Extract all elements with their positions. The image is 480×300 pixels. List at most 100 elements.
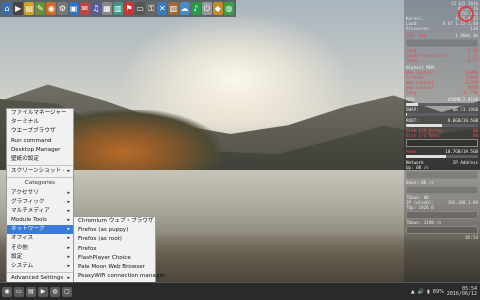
row-label: conky — [406, 58, 419, 63]
app-icon[interactable]: ◆ — [212, 2, 223, 15]
main-menu-item[interactable]: アクセサリ — [7, 189, 73, 198]
network-menu-item[interactable]: Firefox (as puppy) — [74, 226, 155, 235]
disk-io-graph — [406, 139, 478, 147]
conky-time: 05:54 — [465, 235, 478, 240]
ip-address-label: IP Address — [452, 160, 478, 165]
row-value: 0B — [472, 133, 478, 138]
download-speed: Down: 0B /s — [406, 180, 434, 185]
io-row: Disk I/O Read: 0B — [406, 133, 478, 138]
main-menu-item[interactable]: その他 — [7, 244, 73, 253]
network-menu-item[interactable]: Firefox — [74, 245, 155, 254]
battery-percent: 89% — [432, 288, 444, 295]
chat-icon[interactable]: ✉ — [79, 2, 90, 15]
net-graph-2 — [406, 226, 478, 234]
window-icon[interactable]: ▢ — [62, 286, 72, 297]
lock-icon[interactable]: ⚿ — [146, 2, 157, 15]
row-label: Xorg — [406, 90, 417, 95]
download-graph — [406, 186, 478, 194]
start-icon[interactable]: ◉ — [2, 286, 12, 297]
main-menu-item[interactable]: マルチメディア — [7, 207, 73, 216]
network-menu-item[interactable]: PeasyWiFi connection manager — [74, 272, 165, 281]
net-graph — [406, 211, 478, 219]
main-menu-item[interactable]: 壁紙の設定 — [7, 155, 73, 164]
folder-icon[interactable]: ▤ — [24, 2, 35, 15]
row-label: Disk I/O Read: — [406, 133, 442, 138]
main-menu-item[interactable]: グラフィック — [7, 198, 73, 207]
network-menu-item[interactable]: Firefox (as root) — [74, 235, 155, 244]
monitor-icon[interactable]: ▭ — [135, 2, 146, 15]
ram-label: MEM: — [406, 97, 417, 102]
taskbar: ◉ ▭ ▤ ▶ ◍ ▢ ▲ 🔊 ▮ 89% 05:54 2016/06/12 — [0, 282, 480, 300]
main-menu-item[interactable]: ネットワーク — [7, 225, 73, 235]
cpu-graph — [406, 39, 478, 47]
clock[interactable]: 05:54 2016/06/12 — [447, 286, 477, 297]
home-label: Home: — [406, 149, 419, 154]
ubuntu-logo-icon — [458, 6, 474, 22]
topmem-row: Xorg 44.7MB — [406, 90, 478, 95]
main-menu-item[interactable]: スクリーンショット · — [7, 167, 73, 176]
network-menu-item[interactable]: Pale Moon Web Browser — [74, 263, 155, 272]
home-row: Home: 10.7GB/19.5GB — [406, 149, 478, 154]
home-icon[interactable]: ⌂ — [2, 2, 13, 15]
editor-icon[interactable]: ✎ — [35, 2, 46, 15]
browser-icon[interactable]: ◉ — [46, 2, 57, 15]
power-icon[interactable]: ⏻ — [201, 2, 212, 15]
main-menu-item[interactable]: 設定 — [7, 253, 73, 262]
network-menu-item[interactable]: FlashPlayer Choice — [74, 254, 155, 263]
main-menu-item[interactable]: ターミナル — [7, 118, 73, 127]
ram-value: 456MB/2.81GB — [447, 97, 478, 102]
desktop-icon[interactable]: ▭ — [14, 286, 24, 297]
music-icon[interactable]: ♪ — [190, 2, 201, 15]
home-bar-fill — [406, 155, 446, 158]
upload-graph — [406, 171, 478, 179]
terminal-icon[interactable]: ▶ — [38, 286, 48, 297]
home-value: 10.7GB/19.5GB — [445, 149, 478, 154]
calendar-icon[interactable]: ▦ — [101, 2, 112, 15]
gear-icon[interactable]: ⚙ — [57, 2, 68, 15]
conky-monitor: 12 6月 2016 05:54:26 255.4Kb Kernel: 4.15.0-2… — [404, 0, 480, 282]
cpu-label: CPU: 24% — [406, 33, 427, 38]
files-icon[interactable]: ▤ — [26, 286, 36, 297]
cpu-row: CPU: 24% 1.4GHz 3% — [406, 33, 478, 38]
main-menu: ファイルマネージャー ターミナル ウエーブブラウザ Run command Deskto… — [6, 108, 74, 296]
home-bar — [406, 155, 478, 158]
main-menu-item[interactable]: Run command — [7, 137, 73, 146]
battery-icon[interactable]: ▮ — [427, 289, 430, 295]
row-value: 44.7MB — [462, 90, 478, 95]
main-menu-item[interactable]: システム — [7, 262, 73, 271]
total-down-rate: TDown: 3198 /s — [406, 220, 442, 225]
volume-icon[interactable]: 🔊 — [418, 289, 424, 295]
package-icon[interactable]: ▣ — [68, 2, 79, 15]
main-menu-item[interactable]: Module Tools — [7, 216, 73, 225]
bottom-time-row: 05:54 — [406, 235, 478, 240]
main-menu-item[interactable]: Desktop Manager — [7, 146, 73, 155]
ram-bar — [406, 103, 478, 106]
up-row: Up: 0B /s — [406, 165, 478, 170]
chart-icon[interactable]: ▥ — [112, 2, 124, 15]
terminal-icon[interactable]: ▶ — [13, 2, 24, 15]
globe-icon[interactable]: ◍ — [223, 2, 234, 15]
cloud-icon[interactable]: ☁ — [179, 2, 190, 15]
tdown2-row: TDown: 3198 /s — [406, 220, 478, 225]
system-tray: ▲ 🔊 ▮ 89% 05:54 2016/06/12 — [411, 286, 480, 297]
root-label: ROOT: — [406, 118, 419, 123]
browser-icon[interactable]: ◍ — [50, 286, 60, 297]
cpu-freq: 1.4GHz 3% — [455, 33, 478, 38]
menu-separator — [7, 272, 73, 274]
main-menu-item[interactable]: ファイルマネージャー — [7, 109, 73, 118]
swap-bar-fill — [406, 113, 408, 116]
root-value: 9.8GB/19.5GB — [447, 118, 478, 123]
down-row: Down: 0B /s — [406, 180, 478, 185]
network-icon[interactable]: ✕ — [157, 2, 168, 15]
row-label: Processes: — [406, 26, 432, 31]
row-value: 0.67 — [467, 58, 478, 63]
network-menu-item[interactable]: Chromium ウェブ・ブラウザ — [74, 217, 155, 226]
main-menu-item[interactable]: ウエーブブラウザ — [7, 127, 73, 136]
main-menu-item[interactable]: オフィス — [7, 234, 73, 243]
row-value: 118 — [470, 26, 478, 31]
flag-icon[interactable]: ⚑ — [124, 2, 135, 15]
network-tray-icon[interactable]: ▲ — [411, 289, 415, 295]
topcpu-row: conky 0.67 — [406, 58, 478, 63]
media-icon[interactable]: ♫ — [90, 2, 101, 15]
image-icon[interactable]: ▧ — [168, 2, 179, 15]
